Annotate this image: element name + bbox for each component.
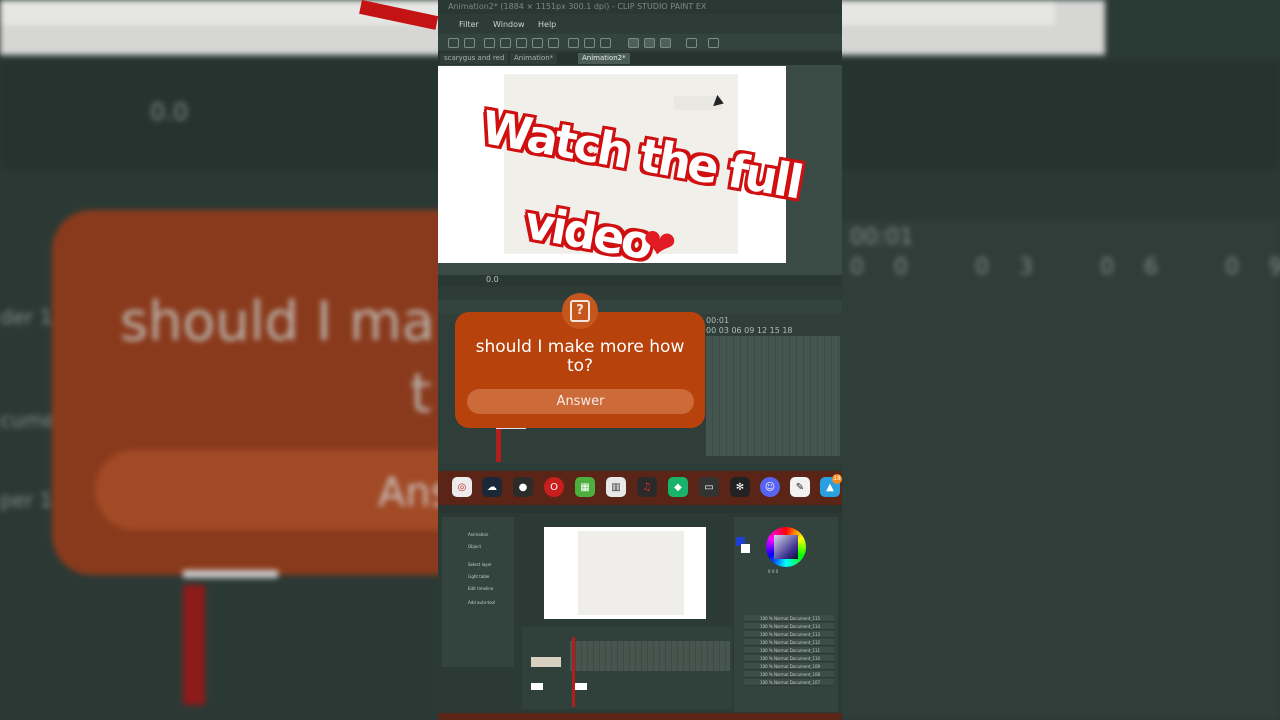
menu-help[interactable]: Help [538, 20, 556, 29]
mini-playhead [572, 637, 575, 707]
mini-canvas [544, 527, 706, 619]
toolbar [438, 34, 842, 50]
window-title: Animation2* (1884 × 1151px 300.1 dpi) - … [438, 0, 842, 14]
timeline-ticks: 00 03 06 09 12 15 18 [706, 326, 793, 335]
mini-tool-panel: Animation Object Select layer Light tabl… [442, 517, 514, 667]
mini-row: Select layer [468, 562, 492, 567]
background-layer-label-1: der 1 [0, 305, 53, 329]
greenapp-icon[interactable]: ◆ [668, 477, 688, 497]
tab-animation2[interactable]: Animation2* [578, 53, 630, 64]
background-time-label: 00:01 [850, 225, 914, 250]
mini-row: Object [468, 544, 482, 549]
redo-icon[interactable] [464, 38, 475, 48]
mini-frame-white [575, 683, 587, 690]
opera-gx-icon[interactable]: ◎ [452, 477, 472, 497]
mini-layer-row: 100 % Normal Document_108 [744, 671, 834, 678]
mini-timeline-frames [570, 641, 730, 671]
mini-layer-row: 100 % Normal Document_110 [744, 655, 834, 662]
discord-icon[interactable]: ☺ [760, 477, 780, 497]
mini-layer-row: 100 % Normal Document_111 [744, 647, 834, 654]
background-question-text-2: t [410, 362, 432, 425]
mini-screenshot: Animation Object Select layer Light tabl… [438, 505, 842, 713]
opera-icon[interactable]: O [544, 477, 564, 497]
mini-layer-row: 100 % Normal Document_115 [744, 615, 834, 622]
question-mark-icon: ? [570, 300, 590, 322]
bottom-taskbar [438, 713, 842, 720]
cut-icon[interactable] [500, 38, 511, 48]
background-layer-label-3: per 1 [0, 488, 53, 512]
mini-thumbnail [531, 657, 561, 667]
background-timeline [840, 220, 1280, 720]
timeline-frames[interactable] [706, 336, 840, 456]
tab-scarygus[interactable]: scarygus and red [440, 53, 509, 64]
fill-icon[interactable] [532, 38, 543, 48]
mini-row: Edit timeline [468, 586, 494, 591]
background-playhead [183, 585, 205, 705]
snap-ruler-icon[interactable] [628, 38, 639, 48]
color-wheel [766, 527, 806, 567]
monitor-icon[interactable]: ▭ [699, 477, 719, 497]
background-frame-white [183, 570, 278, 578]
clear-icon[interactable] [484, 38, 495, 48]
headphones-icon[interactable]: ♫ [637, 477, 657, 497]
mini-layer-row: 100 % Normal Document_109 [744, 663, 834, 670]
document-tabs: scarygus and red Animation* Animation2* [438, 52, 842, 65]
mini-row: Light table [468, 574, 490, 579]
mini-frame-white [531, 683, 543, 690]
app-icon[interactable]: ▥ [606, 477, 626, 497]
background-question-text-1: should I ma [120, 290, 435, 353]
transform-icon[interactable] [548, 38, 559, 48]
mini-row: Animation [468, 532, 489, 537]
mini-layer-row: 100 % Normal Document_114 [744, 623, 834, 630]
minecraft-icon[interactable]: ▦ [575, 477, 595, 497]
mini-menu [438, 505, 842, 513]
mini-sub-color [741, 544, 750, 553]
crop-icon[interactable] [600, 38, 611, 48]
undo-icon[interactable] [448, 38, 459, 48]
mini-row: Add auto-tool [468, 600, 496, 605]
mini-layer-row: 100 % Normal Document_107 [744, 679, 834, 686]
refresh-icon[interactable] [708, 38, 719, 48]
mini-color-values: 0 0 0 [768, 569, 779, 574]
clip-studio-icon[interactable]: ✎ [790, 477, 810, 497]
copy-icon[interactable] [516, 38, 527, 48]
phone-icon[interactable] [686, 38, 697, 48]
obs-icon[interactable]: ● [513, 477, 533, 497]
question-icon-badge: ? [562, 293, 598, 329]
mini-canvas-image [578, 531, 684, 615]
resolve-icon[interactable]: ✻ [730, 477, 750, 497]
menu-bar: Filter Window Help [438, 17, 842, 33]
mini-right-panel: 0 0 0 100 % Normal Document_115 100 % No… [734, 517, 838, 712]
background-ticks: 00 03 06 09 12 15 18 [850, 255, 1280, 280]
snap-special-icon[interactable] [644, 38, 655, 48]
menu-window[interactable]: Window [493, 20, 525, 29]
answer-button[interactable]: Answer [467, 389, 694, 414]
menu-filter[interactable]: Filter [459, 20, 479, 29]
mini-timeline [522, 627, 732, 709]
deselect-icon[interactable] [568, 38, 579, 48]
zoom-value: 0.0 [486, 275, 499, 284]
timeline-time: 00:01 [706, 316, 730, 325]
mini-layer-row: 100 % Normal Document_112 [744, 639, 834, 646]
question-text: should I make more how to? [475, 337, 685, 376]
background-zoom-value: 0.0 [150, 98, 189, 126]
steam-icon[interactable]: ☁ [482, 477, 502, 497]
status-row: 0.0 [438, 275, 842, 287]
invert-icon[interactable] [584, 38, 595, 48]
badge-count: 18 [832, 474, 842, 484]
mini-layer-row: 100 % Normal Document_113 [744, 631, 834, 638]
tab-animation[interactable]: Animation* [510, 53, 558, 64]
snap-grid-icon[interactable] [660, 38, 671, 48]
taskbar: ◎ ☁ ● O ▦ ▥ ♫ ◆ ▭ ✻ ☺ ✎ ▲ 18 [438, 471, 842, 505]
